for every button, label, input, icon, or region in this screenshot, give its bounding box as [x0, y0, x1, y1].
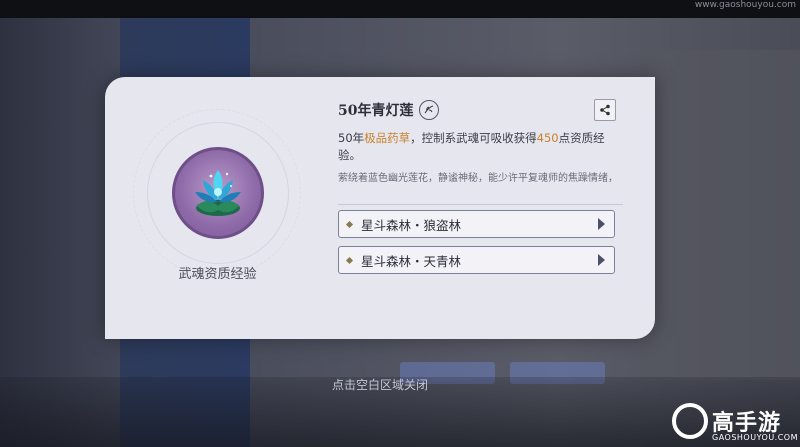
share-icon [600, 104, 610, 116]
location-button[interactable]: 星斗森林・狼盗林 [338, 210, 615, 238]
top-url-text: www.gaoshouyou.com [694, 0, 796, 10]
arrow-right-icon [598, 218, 605, 230]
location-label: 星斗森林・狼盗林 [361, 217, 462, 233]
bullet-icon [345, 256, 354, 264]
herb-icon[interactable] [419, 100, 440, 120]
watermark-logo-icon [672, 403, 708, 439]
watermark: 高手游 GAOSHOUYOU.COM [672, 403, 800, 447]
desc-quality: 极品药草 [364, 131, 411, 145]
item-title: 50年青灯莲 [338, 103, 414, 119]
title-row: 50年青灯莲 [338, 99, 440, 121]
desc-prefix: 50年 [338, 131, 365, 145]
location-button[interactable]: 星斗森林・天青林 [338, 246, 615, 274]
location-label: 星斗森林・天青林 [361, 253, 462, 269]
desc-middle: ，控制系武魂可吸收获得 [410, 131, 537, 145]
divider [338, 204, 623, 205]
desc-value: 450 [536, 131, 559, 145]
lotus-icon [195, 170, 241, 216]
item-flavor-text: 萦绕着蓝色幽光莲花，静谧神秘，能少许平复魂师的焦躁情绪， [338, 173, 618, 184]
item-category-label: 武魂资质经验 [178, 267, 257, 282]
background-panel [640, 50, 800, 380]
bullet-icon [345, 220, 354, 228]
item-detail-card: 武魂资质经验 50年青灯莲 50年极品药草，控制系武魂可吸收获得450点资质经验… [105, 77, 655, 339]
share-button[interactable] [594, 99, 616, 121]
item-icon [172, 147, 264, 239]
watermark-domain: GAOSHOUYOU.COM [712, 433, 799, 442]
item-icon-pane: 武魂资质经验 [105, 77, 330, 339]
arrow-right-icon [598, 254, 605, 266]
close-hint: 点击空白区域关闭 [331, 378, 428, 392]
item-description: 50年极品药草，控制系武魂可吸收获得450点资质经验。 [338, 130, 618, 164]
